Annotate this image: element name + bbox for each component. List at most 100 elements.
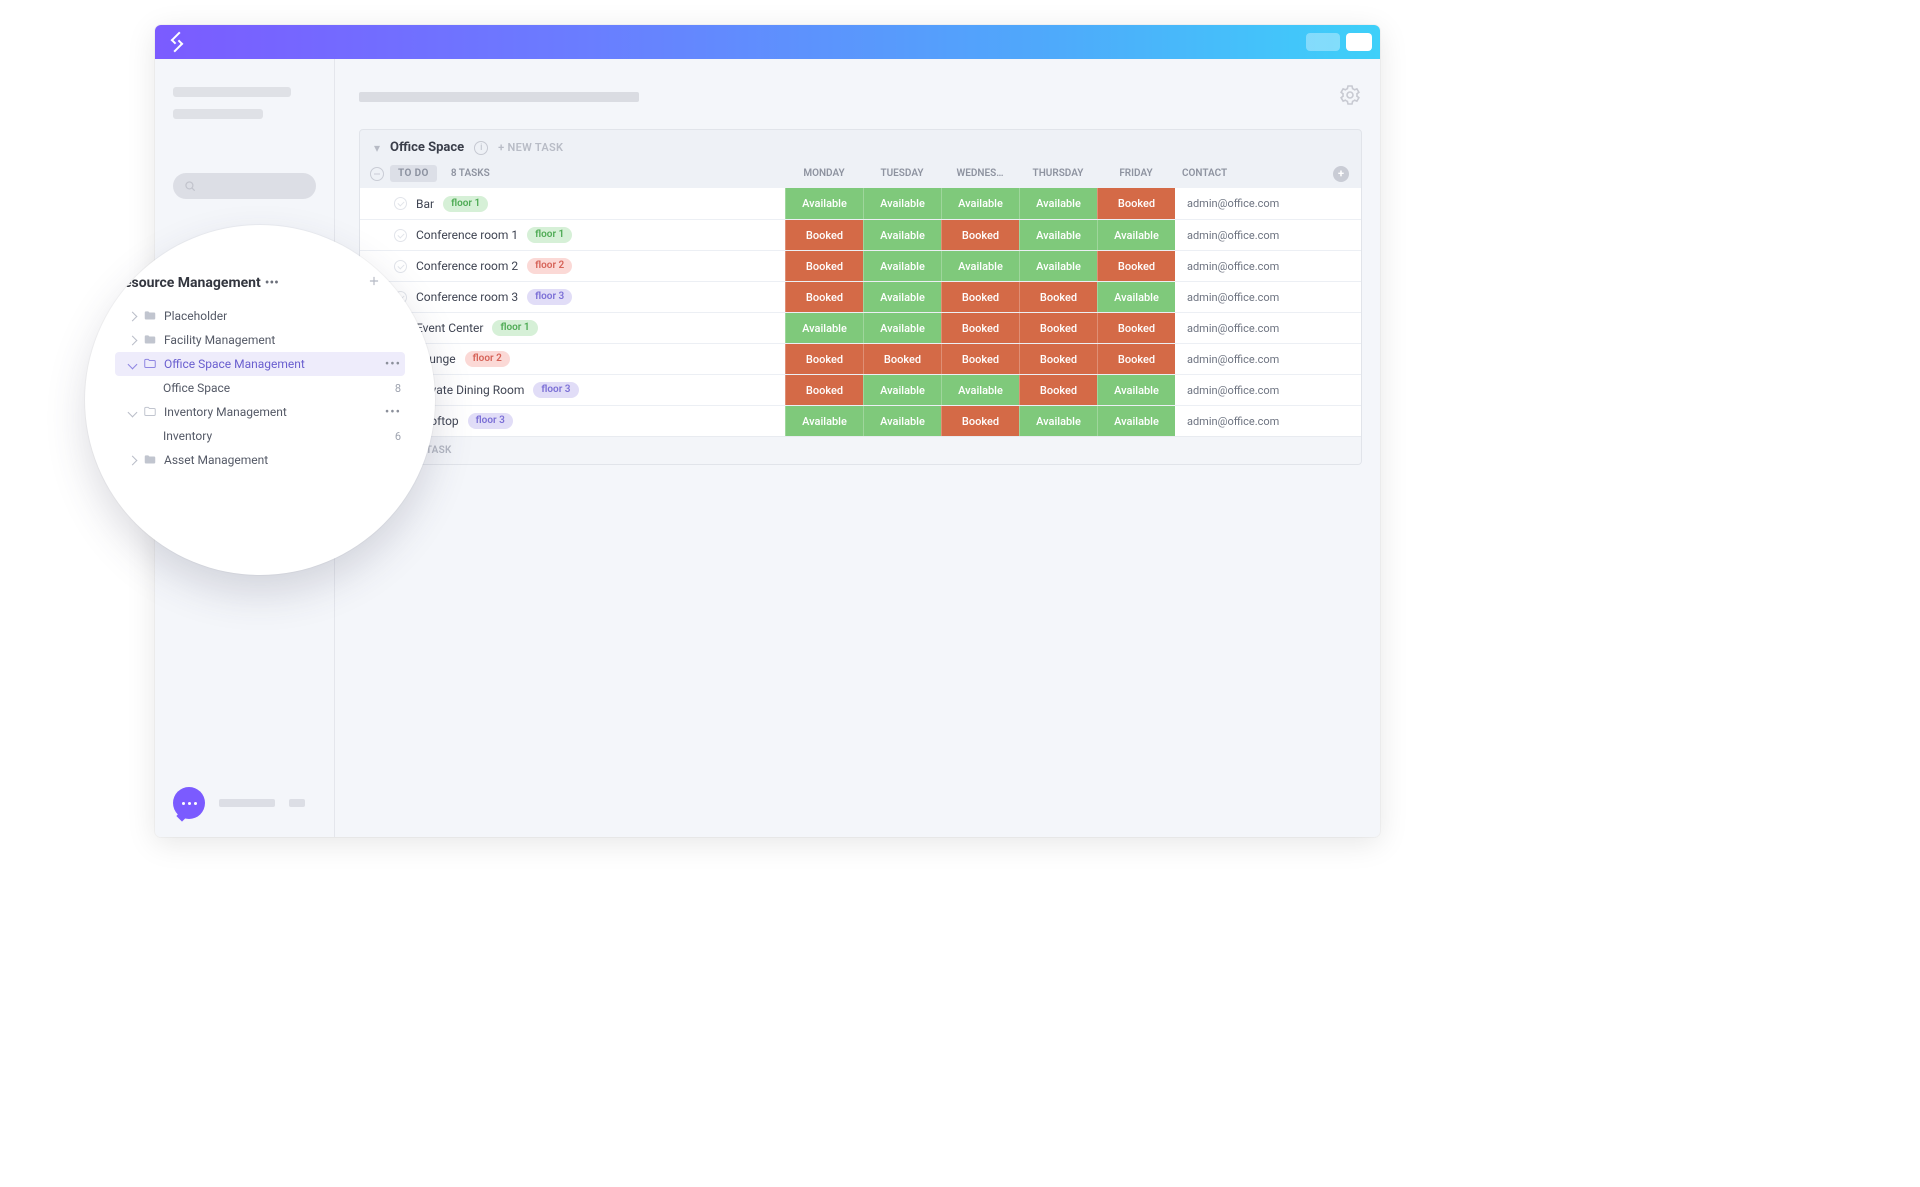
availability-cell[interactable]: Available	[863, 282, 941, 312]
contact-cell[interactable]: admin@office.com	[1175, 344, 1361, 374]
task-name-cell[interactable]: Conference room 3floor 3	[360, 282, 785, 312]
caret-icon[interactable]	[128, 359, 138, 369]
task-check-icon[interactable]	[394, 229, 407, 242]
contact-cell[interactable]: admin@office.com	[1175, 251, 1361, 281]
availability-cell[interactable]: Booked	[785, 251, 863, 281]
availability-cell[interactable]: Booked	[1019, 344, 1097, 374]
availability-cell[interactable]: Booked	[941, 406, 1019, 436]
availability-cell[interactable]: Available	[863, 220, 941, 250]
sidebar-list-row[interactable]: Office Space Management•••	[115, 352, 405, 376]
availability-cell[interactable]: Booked	[1097, 188, 1175, 219]
sidebar-search[interactable]	[173, 173, 316, 199]
chat-icon[interactable]	[173, 787, 205, 819]
floor-tag[interactable]: floor 3	[468, 413, 513, 429]
availability-cell[interactable]: Booked	[941, 313, 1019, 343]
availability-cell[interactable]: Booked	[1097, 344, 1175, 374]
sidebar-folder-row[interactable]: Placeholder	[115, 304, 405, 328]
availability-cell[interactable]: Available	[1097, 220, 1175, 250]
task-name-cell[interactable]: Barfloor 1	[360, 188, 785, 219]
task-row[interactable]: Event Centerfloor 1AvailableAvailableBoo…	[360, 312, 1361, 343]
availability-cell[interactable]: Available	[863, 188, 941, 219]
availability-cell[interactable]: Available	[1019, 406, 1097, 436]
caret-icon[interactable]	[128, 455, 138, 465]
availability-cell[interactable]: Booked	[941, 344, 1019, 374]
availability-cell[interactable]: Available	[941, 251, 1019, 281]
task-name-cell[interactable]: Conference room 1floor 1	[360, 220, 785, 250]
availability-cell[interactable]: Booked	[941, 220, 1019, 250]
availability-cell[interactable]: Booked	[941, 282, 1019, 312]
new-task-button[interactable]: + NEW TASK	[498, 141, 563, 154]
caret-icon[interactable]	[128, 311, 138, 321]
availability-cell[interactable]: Booked	[1097, 251, 1175, 281]
contact-cell[interactable]: admin@office.com	[1175, 220, 1361, 250]
availability-cell[interactable]: Available	[863, 251, 941, 281]
sidebar-folder-row[interactable]: Asset Management	[115, 448, 405, 472]
availability-cell[interactable]: Booked	[785, 220, 863, 250]
sidebar-list-leaf[interactable]: Inventory6	[115, 424, 405, 448]
floor-tag[interactable]: floor 1	[527, 227, 572, 243]
availability-cell[interactable]: Available	[941, 375, 1019, 405]
floor-tag[interactable]: floor 2	[465, 351, 510, 367]
availability-cell[interactable]: Available	[1097, 406, 1175, 436]
space-add-button[interactable]	[367, 273, 381, 292]
floor-tag[interactable]: floor 3	[533, 382, 578, 398]
task-row[interactable]: Conference room 2floor 2BookedAvailableA…	[360, 250, 1361, 281]
floor-tag[interactable]: floor 3	[527, 289, 572, 305]
contact-cell[interactable]: admin@office.com	[1175, 188, 1361, 219]
space-more-icon[interactable]: •••	[265, 275, 279, 291]
caret-icon[interactable]	[128, 407, 138, 417]
availability-cell[interactable]: Available	[941, 188, 1019, 219]
contact-cell[interactable]: admin@office.com	[1175, 282, 1361, 312]
availability-cell[interactable]: Available	[785, 313, 863, 343]
availability-cell[interactable]: Booked	[785, 282, 863, 312]
collapse-caret-icon[interactable]: ▾	[374, 141, 380, 155]
availability-cell[interactable]: Available	[1097, 282, 1175, 312]
availability-cell[interactable]: Booked	[1019, 313, 1097, 343]
task-row[interactable]: Conference room 3floor 3BookedAvailableB…	[360, 281, 1361, 312]
settings-button[interactable]	[1338, 83, 1362, 111]
availability-cell[interactable]: Available	[785, 188, 863, 219]
item-more-icon[interactable]: •••	[385, 357, 401, 372]
floor-tag[interactable]: floor 1	[443, 196, 488, 212]
availability-cell[interactable]: Booked	[785, 375, 863, 405]
task-row[interactable]: Barfloor 1AvailableAvailableAvailableAva…	[360, 188, 1361, 219]
add-task-row[interactable]: + ADD TASK	[360, 436, 1361, 464]
info-icon[interactable]: i	[474, 141, 488, 155]
status-chip[interactable]: TO DO	[390, 165, 437, 182]
availability-cell[interactable]: Booked	[1019, 375, 1097, 405]
availability-cell[interactable]: Available	[1019, 188, 1097, 219]
collapse-status-button[interactable]	[370, 167, 384, 181]
availability-cell[interactable]: Available	[863, 375, 941, 405]
availability-cell[interactable]: Available	[1097, 375, 1175, 405]
task-check-icon[interactable]	[394, 197, 407, 210]
task-row[interactable]: Conference room 1floor 1BookedAvailableB…	[360, 219, 1361, 250]
contact-cell[interactable]: admin@office.com	[1175, 406, 1361, 436]
availability-cell[interactable]: Booked	[863, 344, 941, 374]
task-row[interactable]: Private Dining Roomfloor 3BookedAvailabl…	[360, 374, 1361, 405]
availability-cell[interactable]: Booked	[1019, 282, 1097, 312]
item-more-icon[interactable]: •••	[385, 405, 401, 420]
floor-tag[interactable]: floor 1	[492, 320, 537, 336]
availability-cell[interactable]: Available	[785, 406, 863, 436]
caret-icon[interactable]	[128, 335, 138, 345]
floor-tag[interactable]: floor 2	[527, 258, 572, 274]
availability-cell[interactable]: Available	[1019, 251, 1097, 281]
task-row[interactable]: Rooftopfloor 3AvailableAvailableBookedAv…	[360, 405, 1361, 436]
contact-cell[interactable]: admin@office.com	[1175, 375, 1361, 405]
sidebar-folder-row[interactable]: Facility Management	[115, 328, 405, 352]
availability-cell[interactable]: Available	[863, 313, 941, 343]
window-control-min[interactable]	[1306, 33, 1340, 51]
availability-cell[interactable]: Available	[863, 406, 941, 436]
sidebar-list-leaf[interactable]: Office Space8	[115, 376, 405, 400]
task-check-icon[interactable]	[394, 260, 407, 273]
availability-cell[interactable]: Booked	[1097, 313, 1175, 343]
task-row[interactable]: Loungefloor 2BookedBookedBookedBookedBoo…	[360, 343, 1361, 374]
availability-cell[interactable]: Booked	[785, 344, 863, 374]
window-control-close[interactable]	[1346, 33, 1372, 51]
contact-cell[interactable]: admin@office.com	[1175, 313, 1361, 343]
task-name-cell[interactable]: Conference room 2floor 2	[360, 251, 785, 281]
sidebar-list-row[interactable]: Inventory Management•••	[115, 400, 405, 424]
space-title[interactable]: Resource Management	[115, 275, 261, 291]
availability-cell[interactable]: Available	[1019, 220, 1097, 250]
add-column-button[interactable]: +	[1333, 166, 1349, 182]
